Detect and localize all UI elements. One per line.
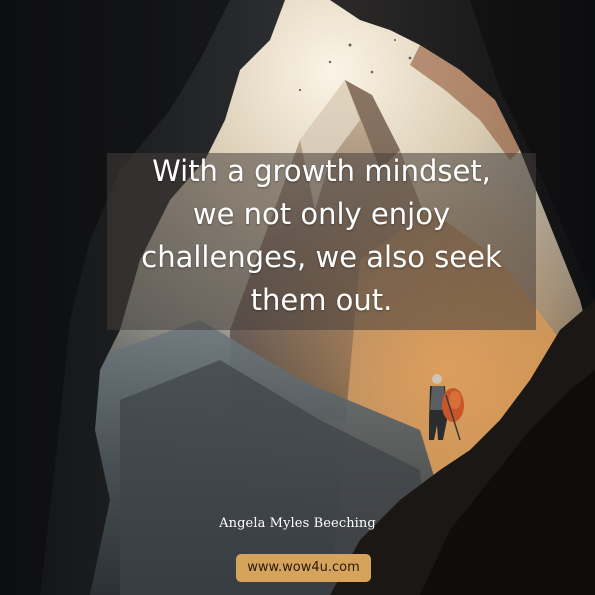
quote-line: With a growth mindset, xyxy=(152,154,491,188)
website-link[interactable]: www.wow4u.com xyxy=(236,554,371,582)
quote-text: With a growth mindset, we not only enjoy… xyxy=(107,150,536,322)
quote-card: With a growth mindset, we not only enjoy… xyxy=(0,0,595,595)
quote-line: them out. xyxy=(250,283,393,317)
quote-line: challenges, we also seek xyxy=(141,240,502,274)
quote-line: we not only enjoy xyxy=(192,197,451,231)
quote-author: Angela Myles Beeching xyxy=(219,516,376,531)
